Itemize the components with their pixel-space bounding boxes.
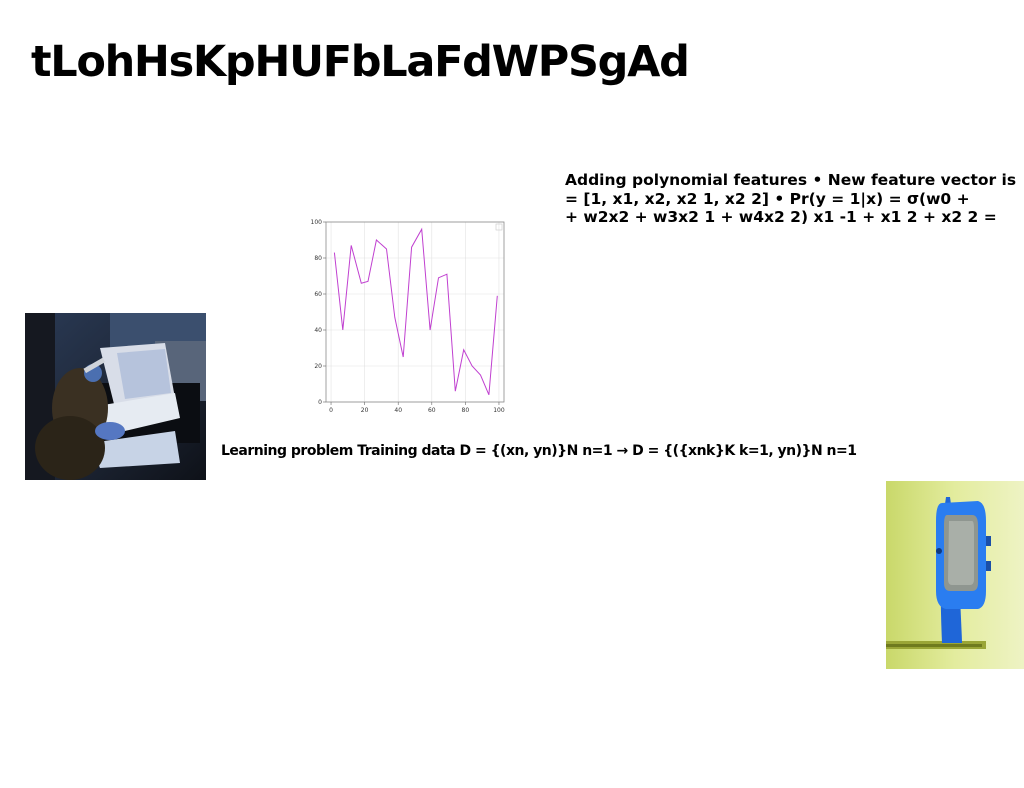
x-tick-label: 60 xyxy=(428,407,436,414)
y-tick-label: 20 xyxy=(314,363,322,370)
x-tick-label: 0 xyxy=(329,407,333,414)
blue-smartwatch-image xyxy=(886,481,1024,669)
x-tick-label: 20 xyxy=(361,407,369,414)
slide-title: tLohHsKpHUFbLaFdWPSgAd xyxy=(31,37,690,87)
body-line-3: + w2x2 + w3x2 1 + w4x2 2) x1 -1 + x1 2 +… xyxy=(565,208,997,226)
chart-grid xyxy=(326,221,504,403)
slide-body-text: Adding polynomial features • New feature… xyxy=(565,171,1024,227)
plot-frame xyxy=(325,221,505,403)
line-chart: 0 20 40 60 80 100 0 20 40 60 80 100 xyxy=(311,219,505,414)
y-tick-label: 80 xyxy=(314,255,322,262)
y-tick-label: 0 xyxy=(318,399,322,406)
y-tick-label: 100 xyxy=(311,219,323,226)
person-writing-at-desk-image xyxy=(25,313,206,480)
y-tick-label: 60 xyxy=(314,291,322,298)
body-line-2: = [1, x1, x2, x2 1, x2 2] • Pr(y = 1|x) … xyxy=(565,189,970,208)
right-photo xyxy=(886,481,1024,669)
x-tick-label: 40 xyxy=(394,407,402,414)
slide-caption: Learning problem Training data D = {(xn,… xyxy=(221,443,857,459)
x-tick-label: 80 xyxy=(462,407,470,414)
y-tick-label: 40 xyxy=(314,327,322,334)
series-line xyxy=(333,227,498,395)
left-photo xyxy=(25,313,206,480)
x-tick-label: 100 xyxy=(493,407,505,414)
body-line-1: Adding polynomial features • New feature… xyxy=(565,171,1017,189)
